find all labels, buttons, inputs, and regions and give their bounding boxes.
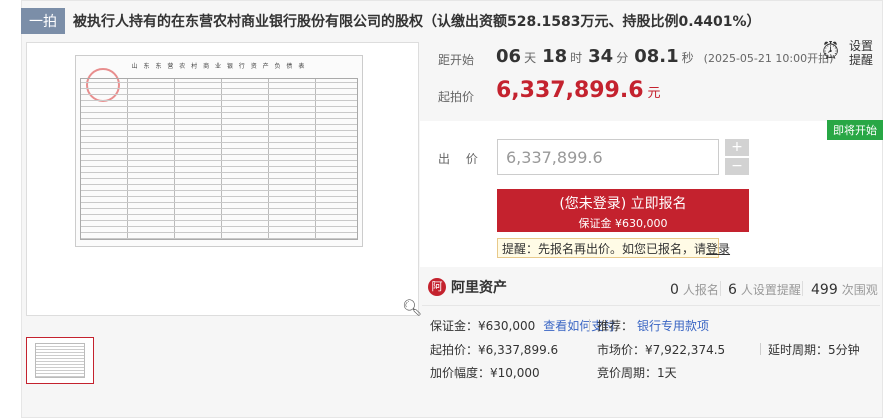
- stat-reminders: 6 人设置提醒: [728, 281, 801, 298]
- register-label: (您未登录) 立即报名: [559, 196, 687, 212]
- login-link[interactable]: 登录: [706, 242, 730, 256]
- minutes-unit: 分: [616, 51, 629, 65]
- countdown-label: 距开始: [438, 53, 475, 67]
- stat-count: 0: [670, 282, 679, 298]
- ali-assets-logo: 阿: [428, 278, 446, 296]
- set-reminder-button[interactable]: ⏰︎ 设置 提醒: [822, 39, 882, 67]
- login-tip: 提醒：先报名再出价。如您已报名，请登录: [497, 238, 730, 258]
- stat-signups: 0 人报名: [670, 281, 719, 298]
- magnifier-icon[interactable]: 🔍︎: [402, 298, 422, 317]
- divider: [760, 343, 761, 355]
- increment-info: 加价幅度：¥10,000: [430, 366, 540, 380]
- start-price: 6,337,899.6 元: [496, 78, 661, 103]
- tip-text: 提醒：先报名再出价。如您已报名，请: [502, 242, 707, 256]
- market-price-info: 市场价：¥7,922,374.5: [597, 343, 726, 357]
- divider: [422, 305, 880, 306]
- start-price-label: 起拍价: [438, 90, 475, 104]
- register-deposit: 保证金 ¥630,000: [578, 217, 668, 230]
- main-image[interactable]: 山 东 东 营 农 村 商 业 银 行 资 产 负 债 表: [26, 42, 419, 316]
- document-table: [80, 78, 358, 240]
- countdown: 06 天 18 时 34 分 08.1 秒 (2025-05-21 10:00开…: [496, 46, 833, 67]
- decrease-button[interactable]: −: [725, 158, 749, 175]
- alarm-clock-icon: ⏰︎: [822, 39, 840, 64]
- stat-count: 499: [811, 282, 838, 298]
- start-price-value: 6,337,899.6: [496, 78, 644, 103]
- countdown-minutes: 34: [588, 46, 614, 67]
- hours-unit: 时: [570, 51, 583, 65]
- countdown-seconds: 08.1: [634, 46, 679, 67]
- status-badge: 即将开始: [827, 120, 883, 140]
- auction-type-tag: 一拍: [21, 8, 65, 34]
- stat-count: 6: [728, 282, 737, 298]
- start-price-info: 起拍价：¥6,337,899.6: [430, 343, 559, 357]
- days-unit: 天: [524, 51, 537, 65]
- delay-period-info: 延时周期：5分钟: [768, 343, 860, 357]
- stat-text: 人设置提醒: [740, 283, 801, 297]
- register-button[interactable]: (您未登录) 立即报名 保证金 ¥630,000: [497, 189, 749, 232]
- deposit-label: 保证金：¥630,000: [430, 319, 536, 333]
- thumbnail-document: [35, 343, 85, 378]
- deposit-info: 保证金：¥630,000 查看如何支付: [430, 317, 615, 334]
- bank-funds-link[interactable]: 银行专用款项: [637, 319, 709, 333]
- divider: [589, 319, 590, 331]
- platform[interactable]: 阿 阿里资产: [428, 277, 507, 297]
- countdown-days: 06: [496, 46, 522, 67]
- title-row: 一拍 被执行人持有的在东营农村商业银行股份有限公司的股权（认缴出资额528.15…: [21, 8, 761, 34]
- bid-period-info: 竞价周期：1天: [597, 366, 677, 380]
- page-title: 被执行人持有的在东营农村商业银行股份有限公司的股权（认缴出资额528.1583万…: [73, 14, 761, 30]
- bid-label: 出 价: [438, 152, 484, 166]
- seconds-unit: 秒: [681, 51, 694, 65]
- reminder-label: 设置 提醒: [849, 39, 874, 67]
- increase-button[interactable]: +: [725, 139, 749, 156]
- stat-text: 人报名: [682, 283, 719, 297]
- document-image: 山 东 东 营 农 村 商 业 银 行 资 产 负 债 表: [75, 55, 363, 247]
- recommend-info: 推荐： 银行专用款项: [597, 317, 709, 334]
- platform-name: 阿里资产: [451, 280, 507, 296]
- divider: [720, 281, 721, 296]
- stat-views: 499 次围观: [811, 281, 878, 298]
- stat-text: 次围观: [841, 283, 878, 297]
- start-time: (2025-05-21 10:00开拍): [703, 52, 834, 65]
- thumbnail-1[interactable]: [26, 337, 94, 384]
- document-title: 山 东 东 营 农 村 商 业 银 行 资 产 负 债 表: [131, 63, 307, 70]
- bid-input[interactable]: [497, 139, 719, 175]
- countdown-hours: 18: [542, 46, 568, 67]
- recommend-label: 推荐：: [597, 319, 634, 333]
- start-price-unit: 元: [647, 86, 661, 101]
- divider: [802, 281, 803, 296]
